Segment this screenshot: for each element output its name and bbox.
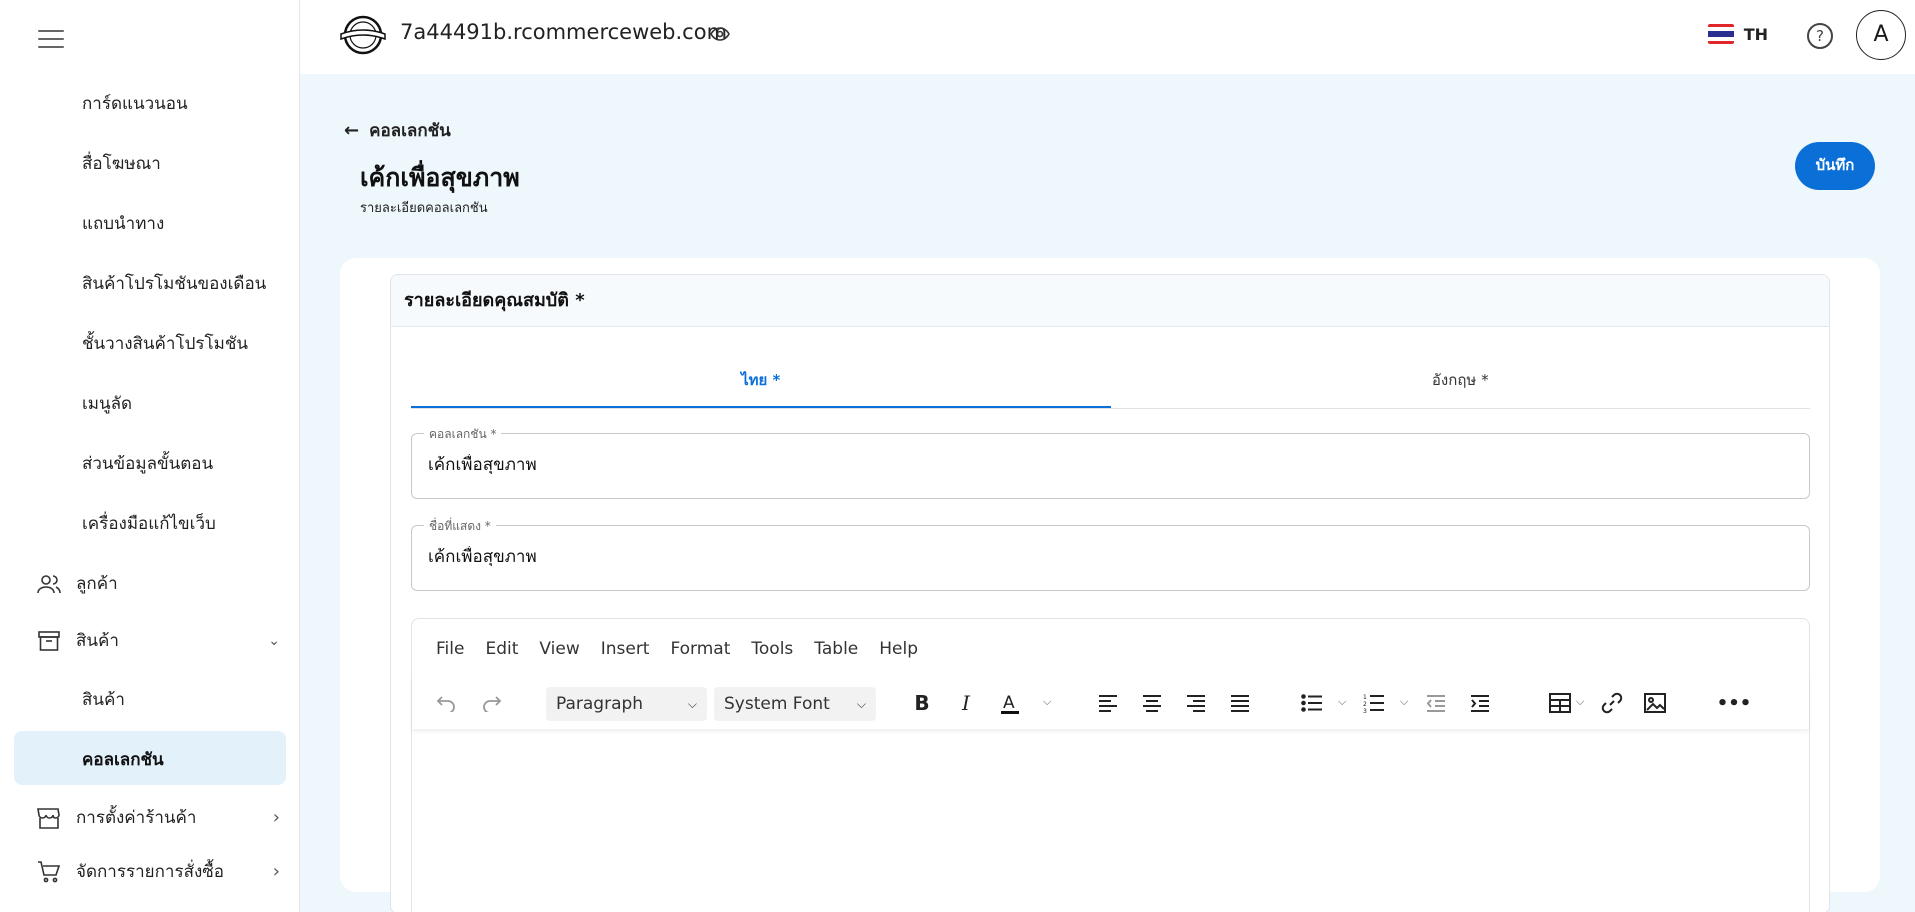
menu-view[interactable]: View xyxy=(539,639,579,659)
display-name-input[interactable] xyxy=(428,546,1788,566)
page-subtitle: รายละเอียดคอลเลกชัน xyxy=(360,201,488,216)
italic-icon[interactable]: I xyxy=(952,689,980,717)
save-button[interactable]: บันทึก xyxy=(1795,142,1875,190)
svg-text:1: 1 xyxy=(1363,694,1367,701)
image-icon[interactable] xyxy=(1641,689,1669,717)
top-bar: 7a44491b.rcommerceweb.com TH ? A xyxy=(300,0,1915,74)
block-format-value: Paragraph xyxy=(556,694,644,714)
hamburger-menu-icon[interactable] xyxy=(38,30,64,50)
sidebar: การ์ดแนวนอน สื่อโฆษณา แถบนำทาง สินค้าโปร… xyxy=(0,0,300,912)
editor-menubar: File Edit View Insert Format Tools Table… xyxy=(436,639,939,659)
chevron-down-icon: ⌵ xyxy=(856,697,866,711)
users-icon xyxy=(36,571,62,597)
more-options-icon[interactable]: ••• xyxy=(1717,689,1752,717)
sidebar-item-web-editor[interactable]: เครื่องมือแก้ไขเว็บ xyxy=(82,510,216,537)
sidebar-item-orders[interactable]: จัดการรายการสั่งซื้อ › xyxy=(36,858,280,885)
cart-icon xyxy=(36,859,62,885)
chevron-down-icon[interactable]: ⌵ xyxy=(1338,695,1346,709)
editor-toolbar: Paragraph ⌵ System Font ⌵ B I A ⌵ ⌵ 1 2 … xyxy=(412,677,1809,729)
sidebar-item-monthly-promo[interactable]: สินค้าโปรโมชันของเดือน xyxy=(82,270,266,297)
svg-text:3: 3 xyxy=(1363,708,1367,713)
block-format-select[interactable]: Paragraph ⌵ xyxy=(546,687,707,721)
chevron-down-icon[interactable]: ⌵ xyxy=(1043,695,1051,709)
back-link-label: คอลเลกชัน xyxy=(369,121,451,141)
display-name-label: ชื่อที่แสดง * xyxy=(424,517,496,536)
outdent-icon[interactable] xyxy=(1422,689,1450,717)
avatar[interactable]: A xyxy=(1856,10,1906,60)
menu-help[interactable]: Help xyxy=(879,639,918,659)
table-icon[interactable] xyxy=(1546,689,1574,717)
menu-file[interactable]: File xyxy=(436,639,464,659)
redo-icon[interactable] xyxy=(478,689,506,717)
undo-icon[interactable] xyxy=(432,689,460,717)
language-code: TH xyxy=(1743,24,1768,44)
chevron-down-icon: ⌄ xyxy=(268,632,280,649)
numbered-list-icon[interactable]: 123 xyxy=(1360,689,1388,717)
menu-tools[interactable]: Tools xyxy=(751,639,793,659)
indent-icon[interactable] xyxy=(1466,689,1494,717)
sidebar-item-products-list[interactable]: สินค้า xyxy=(82,686,125,713)
menu-edit[interactable]: Edit xyxy=(485,639,518,659)
sidebar-item-shortcut-menu[interactable]: เมนูลัด xyxy=(82,390,132,417)
font-family-value: System Font xyxy=(724,694,830,714)
sidebar-item-step-info[interactable]: ส่วนข้อมูลขั้นตอน xyxy=(82,450,213,477)
language-tabs: ไทย * อังกฤษ * xyxy=(411,355,1810,409)
display-name-field: ชื่อที่แสดง * xyxy=(411,517,1810,591)
sidebar-item-label: ลูกค้า xyxy=(76,574,118,594)
sidebar-item-label: สินค้า xyxy=(76,631,119,651)
align-center-icon[interactable] xyxy=(1138,689,1166,717)
help-icon[interactable]: ? xyxy=(1807,23,1833,49)
properties-panel: รายละเอียดคุณสมบัติ * ไทย * อังกฤษ * คอล… xyxy=(390,274,1830,912)
sidebar-item-products[interactable]: สินค้า ⌄ xyxy=(36,627,280,654)
sidebar-item-collections[interactable]: คอลเลกชัน xyxy=(14,731,286,785)
chevron-down-icon: ⌵ xyxy=(687,697,697,711)
store-icon xyxy=(36,805,62,831)
chevron-right-icon: › xyxy=(272,807,280,828)
sidebar-item-customers[interactable]: ลูกค้า xyxy=(36,570,280,597)
text-color-icon[interactable]: A xyxy=(996,689,1024,717)
align-justify-icon[interactable] xyxy=(1226,689,1254,717)
tab-thai[interactable]: ไทย * xyxy=(411,355,1111,408)
sidebar-item-label: การตั้งค่าร้านค้า xyxy=(76,808,197,828)
tab-english[interactable]: อังกฤษ * xyxy=(1111,355,1811,408)
sidebar-item-label: จัดการรายการสั่งซื้อ xyxy=(76,862,225,882)
sidebar-item-label: คอลเลกชัน xyxy=(82,750,164,770)
company-logo xyxy=(339,14,387,56)
sidebar-item-store-settings[interactable]: การตั้งค่าร้านค้า › xyxy=(36,804,280,831)
menu-insert[interactable]: Insert xyxy=(601,639,650,659)
collection-name-input[interactable] xyxy=(428,454,1788,474)
link-icon[interactable] xyxy=(1598,689,1626,717)
page-title: เค้กเพื่อสุขภาพ xyxy=(360,163,520,192)
thailand-flag-icon xyxy=(1707,24,1734,44)
bullet-list-icon[interactable] xyxy=(1298,689,1326,717)
svg-text:2: 2 xyxy=(1363,701,1367,708)
panel-title: รายละเอียดคุณสมบัติ * xyxy=(391,275,1829,327)
back-link[interactable]: ← คอลเลกชัน xyxy=(344,117,451,144)
store-domain: 7a44491b.rcommerceweb.com xyxy=(400,20,728,44)
menu-table[interactable]: Table xyxy=(814,639,858,659)
arrow-left-icon: ← xyxy=(344,120,360,141)
chevron-right-icon: › xyxy=(272,861,280,882)
sidebar-item-horizontal-card[interactable]: การ์ดแนวนอน xyxy=(82,90,188,117)
chevron-down-icon[interactable]: ⌵ xyxy=(1400,695,1408,709)
language-switcher[interactable]: TH xyxy=(1707,24,1768,44)
bold-icon[interactable]: B xyxy=(908,689,936,717)
sidebar-item-nav-bar[interactable]: แถบนำทาง xyxy=(82,210,164,237)
archive-box-icon xyxy=(36,628,62,654)
sidebar-item-promo-shelf[interactable]: ชั้นวางสินค้าโปรโมชัน xyxy=(82,330,248,357)
eye-icon[interactable] xyxy=(710,26,730,45)
font-family-select[interactable]: System Font ⌵ xyxy=(714,687,876,721)
align-right-icon[interactable] xyxy=(1182,689,1210,717)
align-left-icon[interactable] xyxy=(1094,689,1122,717)
collection-name-label: คอลเลกชัน * xyxy=(424,425,502,444)
chevron-down-icon[interactable]: ⌵ xyxy=(1576,695,1584,709)
editor-content-area[interactable] xyxy=(412,731,1809,912)
menu-format[interactable]: Format xyxy=(670,639,730,659)
rich-text-editor: File Edit View Insert Format Tools Table… xyxy=(411,618,1810,912)
collection-name-field: คอลเลกชัน * xyxy=(411,425,1810,499)
sidebar-item-ad-media[interactable]: สื่อโฆษณา xyxy=(82,150,161,177)
svg-text:A: A xyxy=(1003,693,1015,713)
